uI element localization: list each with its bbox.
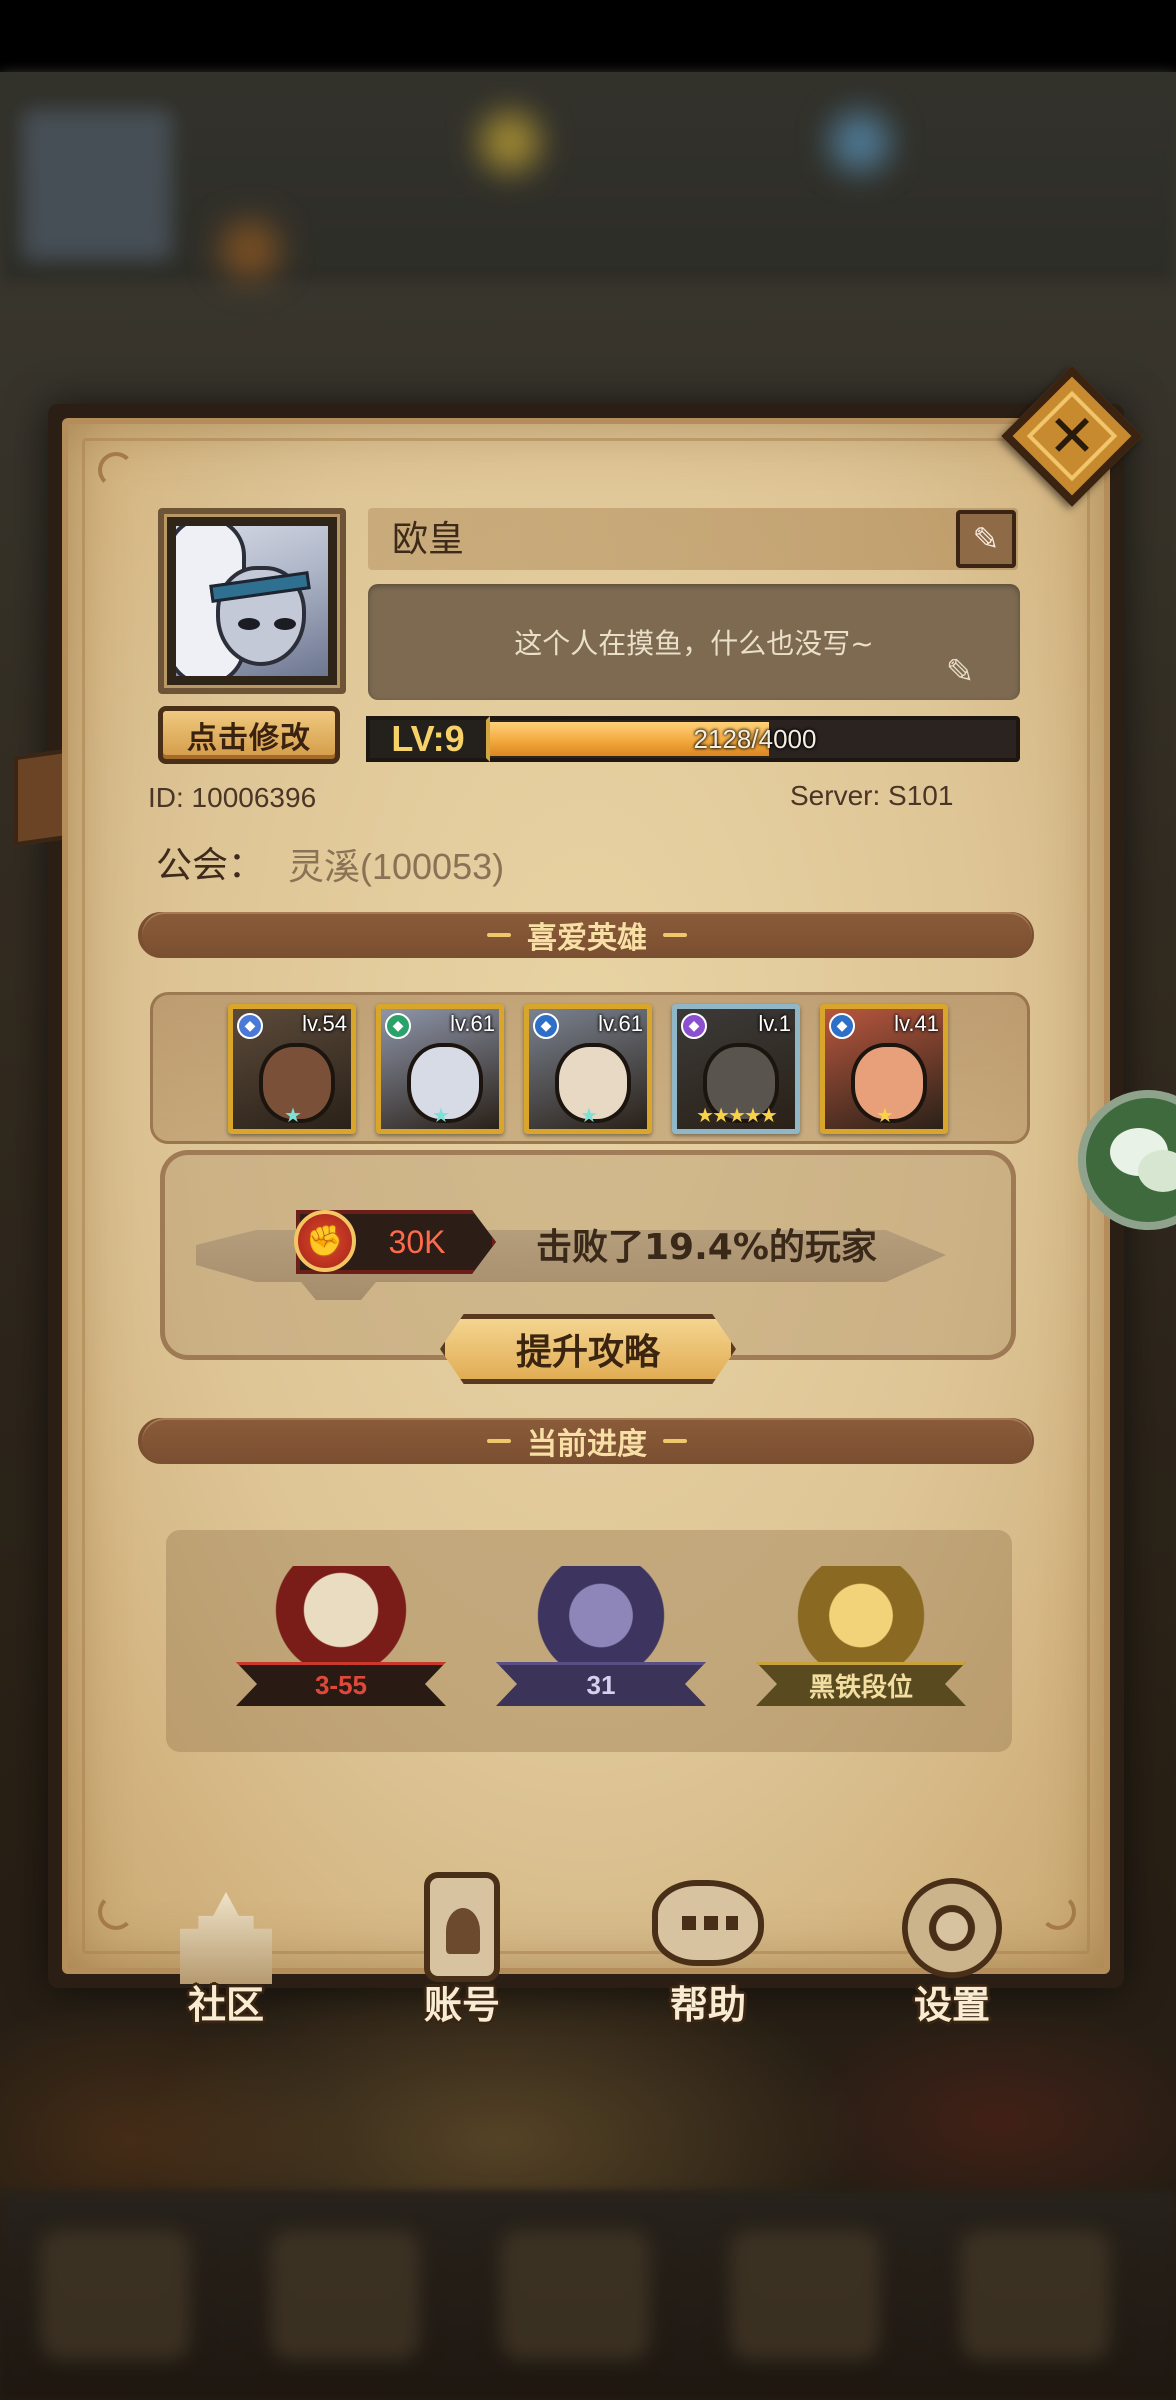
nav-label: 帮助 xyxy=(669,1983,746,2027)
progress-label: 31 xyxy=(586,1669,616,1700)
hero-card[interactable]: ◆ lv.61 ★ xyxy=(376,1004,504,1134)
nav-item-3[interactable]: 设置 xyxy=(872,1872,1032,2032)
hero-card[interactable]: ◆ lv.61 ★ xyxy=(524,1004,652,1134)
hero-level: lv.61 xyxy=(598,1011,643,1036)
corner-ornament xyxy=(98,452,134,488)
favorite-heroes-header: 喜爱英雄 xyxy=(142,912,1032,958)
pencil-icon[interactable]: ✎ xyxy=(940,652,980,692)
hero-level: lv.61 xyxy=(450,1011,495,1036)
signature-text: 这个人在摸鱼，什么也没写~ xyxy=(514,627,874,660)
level-badge: LV:9 xyxy=(366,716,490,762)
close-icon[interactable]: ✕ xyxy=(1022,386,1122,486)
nav-label: 账号 xyxy=(423,1983,500,2027)
progress-item[interactable]: 黑铁段位 xyxy=(746,1566,976,1716)
pencil-icon: ✎ xyxy=(972,520,1000,558)
element-icon: ◆ xyxy=(237,1013,263,1039)
power-value: 30K xyxy=(388,1223,446,1260)
progress-label: 3-55 xyxy=(314,1669,368,1700)
exp-text: 2128/4000 xyxy=(693,723,817,754)
improve-guide-button[interactable]: 提升攻略 xyxy=(440,1314,736,1384)
stage-book-icon xyxy=(256,1566,426,1676)
nav-item-2[interactable]: 帮助 xyxy=(628,1872,788,2032)
corner-ornament xyxy=(1040,1894,1076,1930)
avatar[interactable] xyxy=(158,508,346,694)
name-bar xyxy=(368,508,1018,570)
section-title: 当前进度 xyxy=(527,1427,647,1462)
hero-stars: ★ xyxy=(284,1103,302,1127)
nav-item-0[interactable]: 社区 xyxy=(146,1872,306,2032)
hero-level: lv.41 xyxy=(894,1011,939,1036)
element-icon: ◆ xyxy=(681,1013,707,1039)
hero-stars: ★★★★★ xyxy=(696,1103,778,1127)
current-progress-header: 当前进度 xyxy=(142,1418,1032,1464)
section-title: 喜爱英雄 xyxy=(527,921,647,956)
hero-card[interactable]: ◆ lv.54 ★ xyxy=(228,1004,356,1134)
nav-label: 设置 xyxy=(913,1983,990,2027)
guild-label: 公会： xyxy=(156,845,265,886)
hero-level: lv.1 xyxy=(758,1011,791,1036)
fist-icon: ✊ xyxy=(294,1210,356,1272)
avatar-portrait xyxy=(176,526,328,676)
hero-level: lv.54 xyxy=(302,1011,347,1036)
power-rank-text: 击败了19.4%的玩家 xyxy=(536,1227,877,1268)
element-icon: ◆ xyxy=(385,1013,411,1039)
player-id: ID: 10006396 xyxy=(148,782,317,813)
hero-stars: ★ xyxy=(580,1103,598,1127)
corner-ornament xyxy=(98,1894,134,1930)
hero-card[interactable]: ◆ lv.1 ★★★★★ xyxy=(672,1004,800,1134)
tower-sword-icon xyxy=(516,1566,686,1676)
guild-name[interactable]: 灵溪(100053) xyxy=(288,838,504,890)
hero-card[interactable]: ◆ lv.41 ★ xyxy=(820,1004,948,1134)
hero-stars: ★ xyxy=(432,1103,450,1127)
progress-label: 黑铁段位 xyxy=(808,1671,913,1702)
player-name: 欧皇 xyxy=(392,519,465,560)
element-icon: ◆ xyxy=(829,1013,855,1039)
nav-label: 社区 xyxy=(187,1983,264,2027)
arena-rank-icon xyxy=(776,1566,946,1676)
edit-avatar-button[interactable]: 点击修改 xyxy=(158,706,340,764)
hero-stars: ★ xyxy=(876,1103,894,1127)
progress-item[interactable]: 3-55 xyxy=(226,1566,456,1716)
progress-item[interactable]: 31 xyxy=(486,1566,716,1716)
element-icon: ◆ xyxy=(533,1013,559,1039)
server-label: Server: S101 xyxy=(790,780,954,811)
edit-name-button[interactable]: ✎ xyxy=(956,510,1016,568)
nav-item-1[interactable]: 账号 xyxy=(382,1872,542,2032)
